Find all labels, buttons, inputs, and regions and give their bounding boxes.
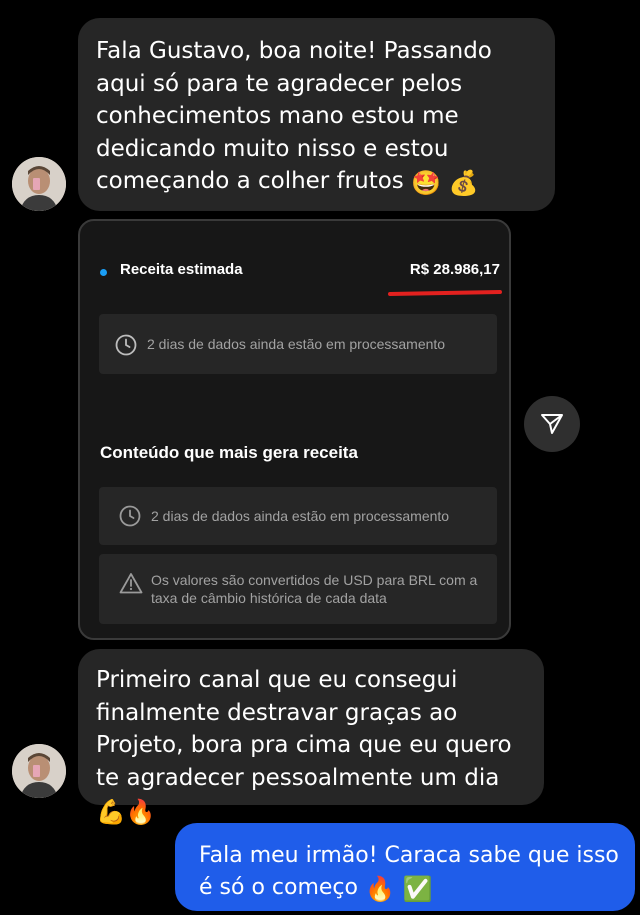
conversion-notice-text: Os valores são convertidos de USD para B…	[151, 572, 478, 606]
avatar-image	[12, 157, 66, 211]
message-bubble-outgoing[interactable]: Fala meu irmão! Caraca sabe que isso é s…	[175, 823, 635, 911]
accent-dot	[100, 269, 107, 276]
section-title: Conteúdo que mais gera receita	[100, 443, 358, 462]
share-icon	[541, 414, 563, 434]
message-emoji: 🔥 ✅	[364, 875, 433, 903]
conversion-notice: Os valores são convertidos de USD para B…	[99, 554, 497, 624]
clock-icon	[119, 505, 141, 530]
clock-icon	[115, 334, 137, 359]
processing-notice: 2 dias de dados ainda estão em processam…	[99, 314, 497, 374]
revenue-row: Receita estimada R$ 28.986,17	[100, 261, 503, 296]
message-emoji: 💪🔥	[96, 798, 156, 826]
message-text: Primeiro canal que eu consegui finalment…	[96, 667, 512, 791]
share-button[interactable]	[524, 396, 580, 452]
message-bubble[interactable]: Fala Gustavo, boa noite! Passando aqui s…	[78, 18, 555, 211]
message-emoji: 🤩 💰	[411, 169, 479, 197]
analytics-card[interactable]: Receita estimada R$ 28.986,17 2 dias de …	[78, 219, 511, 640]
message-bubble[interactable]: Primeiro canal que eu consegui finalment…	[78, 649, 544, 826]
processing-notice-text: 2 dias de dados ainda estão em processam…	[147, 336, 446, 352]
sender-avatar[interactable]	[12, 744, 66, 798]
revenue-value: R$ 28.986,17	[409, 261, 500, 278]
sender-avatar[interactable]	[12, 157, 66, 211]
processing-notice-2: 2 dias de dados ainda estão em processam…	[99, 487, 497, 545]
revenue-underline	[387, 290, 503, 296]
avatar-image	[12, 744, 66, 798]
warning-icon	[119, 572, 143, 597]
revenue-label: Receita estimada	[120, 261, 243, 278]
processing-notice-2-text: 2 dias de dados ainda estão em processam…	[151, 508, 450, 524]
